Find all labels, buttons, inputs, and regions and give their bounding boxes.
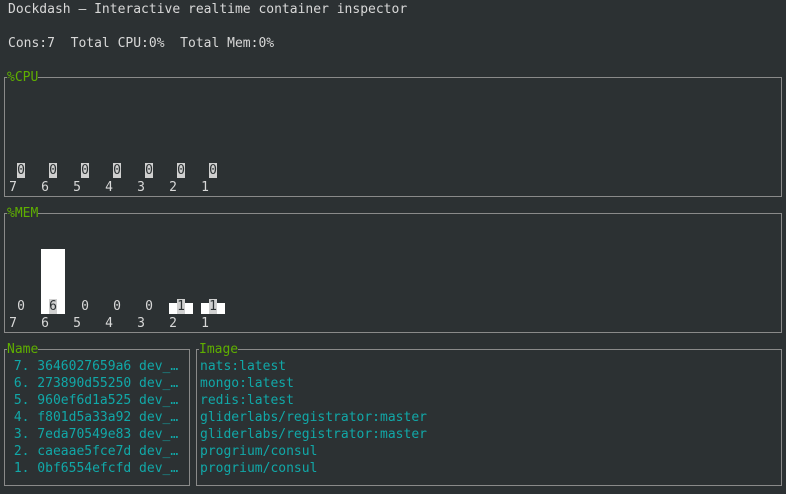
cpu-bar-value-4: 0: [113, 163, 121, 178]
image-list-title: Image: [199, 341, 239, 358]
mem-bar-value-4: 0: [113, 299, 121, 314]
name-list: 7. 3646027659a6 dev_… 6. 273890d55250 de…: [6, 358, 178, 477]
names-list-item[interactable]: 4. f801d5a33a92 dev_…: [6, 409, 178, 426]
names-list-item[interactable]: 2. caeaae5fce7d dev_…: [6, 443, 178, 460]
mem-bar-value-3: 0: [145, 299, 153, 314]
cpu-bar-value-2: 0: [177, 163, 185, 178]
cpu-bar-label-7: 7: [9, 180, 17, 195]
images-list-item[interactable]: mongo:latest: [200, 375, 427, 392]
cpu-bar-value-7: 0: [17, 163, 25, 178]
mem-bar-label-3: 3: [137, 316, 145, 331]
cpu-panel: %CPU 07060504030201: [4, 69, 782, 197]
mem-bar-value-2: 1: [177, 299, 185, 314]
names-list-item[interactable]: 5. 960ef6d1a525 dev_…: [6, 392, 178, 409]
cpu-bar-label-5: 5: [73, 180, 81, 195]
cpu-panel-title: %CPU: [7, 69, 39, 86]
mem-bar-value-1: 1: [209, 299, 217, 314]
image-list-panel: Image nats:latest mongo:latest redis:lates…: [196, 341, 782, 486]
mem-bar-label-2: 2: [169, 316, 177, 331]
app-title: Dockdash – Interactive realtime containe…: [8, 2, 408, 17]
names-list-item[interactable]: 7. 3646027659a6 dev_…: [6, 358, 178, 375]
mem-panel: %MEM 07660504031211: [4, 205, 782, 333]
mem-bar-value-5: 0: [81, 299, 89, 314]
cpu-bar-value-6: 0: [49, 163, 57, 178]
name-list-panel: Name 7. 3646027659a6 dev_… 6. 273890d552…: [4, 341, 190, 486]
cpu-bar-value-1: 0: [209, 163, 217, 178]
images-list-item[interactable]: nats:latest: [200, 358, 427, 375]
mem-bar-value-6: 6: [49, 299, 57, 314]
mem-bar-label-1: 1: [201, 316, 209, 331]
name-list-title: Name: [7, 341, 39, 358]
cpu-bar-value-5: 0: [81, 163, 89, 178]
image-list: nats:latest mongo:latest redis:latest glide…: [200, 358, 427, 477]
images-list-item[interactable]: progrium/consul: [200, 443, 427, 460]
cpu-bar-label-1: 1: [201, 180, 209, 195]
mem-bar-label-5: 5: [73, 316, 81, 331]
cpu-bar-label-6: 6: [41, 180, 49, 195]
images-list-item[interactable]: gliderlabs/registrator:master: [200, 426, 427, 443]
mem-bar-label-6: 6: [41, 316, 49, 331]
cpu-bar-value-3: 0: [145, 163, 153, 178]
names-list-item[interactable]: 3. 7eda70549e83 dev_…: [6, 426, 178, 443]
names-list-item[interactable]: 1. 0bf6554efcfd dev_…: [6, 460, 178, 477]
images-list-item[interactable]: progrium/consul: [200, 460, 427, 477]
cpu-bar-label-2: 2: [169, 180, 177, 195]
mem-bar-value-7: 0: [17, 299, 25, 314]
mem-bar-label-7: 7: [9, 316, 17, 331]
cpu-bar-label-4: 4: [105, 180, 113, 195]
images-list-item[interactable]: redis:latest: [200, 392, 427, 409]
names-list-item[interactable]: 6. 273890d55250 dev_…: [6, 375, 178, 392]
mem-panel-title: %MEM: [7, 205, 39, 222]
stats-summary: Cons:7 Total CPU:0% Total Mem:0%: [8, 36, 275, 51]
images-list-item[interactable]: gliderlabs/registrator:master: [200, 409, 427, 426]
cpu-bar-label-3: 3: [137, 180, 145, 195]
mem-bar-label-4: 4: [105, 316, 113, 331]
